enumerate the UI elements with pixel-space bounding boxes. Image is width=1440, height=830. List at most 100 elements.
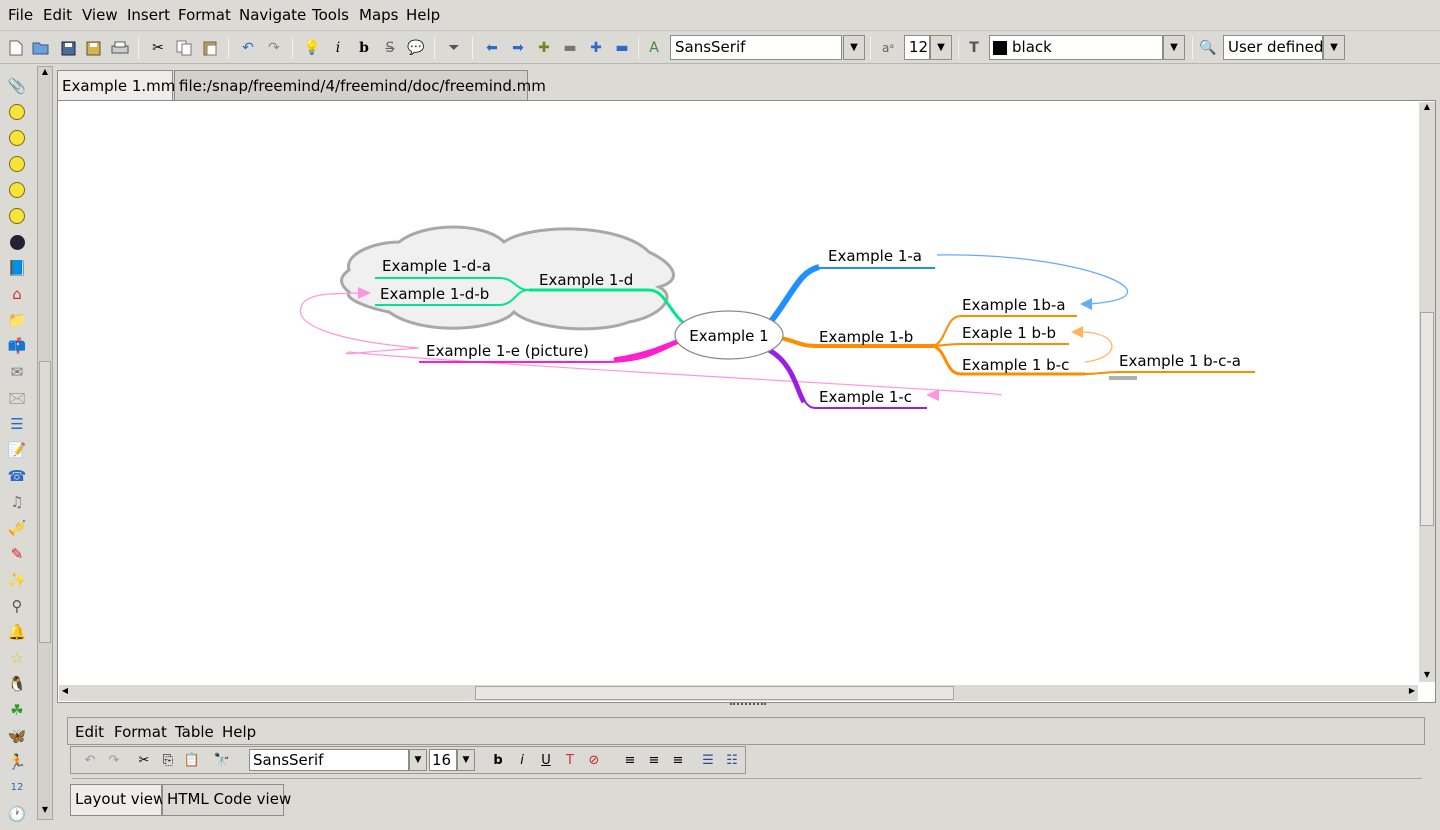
arrow-right-icon[interactable]: ➡ — [508, 38, 528, 58]
scroll-thumb[interactable] — [39, 361, 51, 643]
smiley-sad-icon[interactable] — [7, 180, 27, 200]
magnifier-icon[interactable]: ⚲ — [7, 596, 27, 616]
bold-icon[interactable]: b — [489, 751, 507, 769]
star-icon[interactable]: ☆ — [7, 648, 27, 668]
bell-icon[interactable]: 🔔 — [7, 622, 27, 642]
menu-edit[interactable]: Edit — [43, 6, 72, 24]
folder-icon[interactable]: 📁 — [7, 310, 27, 330]
clover-icon[interactable]: ☘ — [7, 700, 27, 720]
scroll-left-icon[interactable]: ◀ — [59, 686, 71, 698]
note-menu-edit[interactable]: Edit — [75, 723, 104, 741]
chevron-down-icon[interactable]: ▼ — [930, 35, 952, 60]
menu-maps[interactable]: Maps — [359, 6, 398, 24]
color-select[interactable]: black — [989, 35, 1163, 60]
scroll-down-icon[interactable]: ▼ — [38, 805, 52, 819]
cut-icon[interactable]: ✂ — [148, 38, 168, 58]
chevron-down-icon[interactable]: ▼ — [1323, 35, 1345, 60]
mailbox-icon[interactable]: 📫 — [7, 336, 27, 356]
text-color-icon[interactable]: T — [561, 751, 579, 769]
smiley-happy-icon[interactable] — [7, 102, 27, 122]
menu-view[interactable]: View — [82, 6, 118, 24]
lightbulb-icon[interactable]: 💡 — [302, 38, 322, 58]
font-family-select[interactable]: SansSerif — [670, 35, 842, 60]
mail-icon[interactable]: ✉ — [7, 362, 27, 382]
butterfly-icon[interactable]: 🦋 — [7, 726, 27, 746]
menu-format[interactable]: Format — [178, 6, 231, 24]
bullet-list-icon[interactable]: ☰ — [699, 751, 717, 769]
cut-icon[interactable]: ✂ — [135, 751, 153, 769]
minus-blue-icon[interactable]: ▬ — [612, 38, 632, 58]
menu-navigate[interactable]: Navigate — [239, 6, 306, 24]
tab-example-1[interactable]: Example 1.mm* — [57, 70, 183, 100]
note-font-family-select[interactable]: SansSerif — [249, 749, 409, 771]
chevron-down-icon[interactable]: ▼ — [409, 749, 427, 771]
plus-icon[interactable]: ✚ — [534, 38, 554, 58]
node-1bb[interactable]: Exaple 1 b-b — [962, 324, 1056, 342]
list-icon[interactable]: ☰ — [7, 414, 27, 434]
redo-icon[interactable]: ↷ — [264, 38, 284, 58]
undo-icon[interactable]: ↶ — [238, 38, 258, 58]
save-icon[interactable] — [58, 38, 78, 58]
node-1da[interactable]: Example 1-d-a — [382, 257, 491, 275]
undo-icon[interactable]: ↶ — [81, 751, 99, 769]
book-icon[interactable]: 📘 — [7, 258, 27, 278]
underline-icon[interactable]: U — [537, 751, 555, 769]
redo-icon[interactable]: ↷ — [105, 751, 123, 769]
desk-icon[interactable]: 🖂 — [7, 388, 27, 408]
print-icon[interactable] — [110, 38, 130, 58]
mind-map-canvas[interactable]: Example 1 Example 1-a Example 1b-a Examp… — [59, 102, 1418, 682]
home-icon[interactable]: ⌂ — [7, 284, 27, 304]
remove-icons-icon[interactable]: 📎 — [7, 76, 27, 96]
tab-freemind-doc[interactable]: file:/snap/freemind/4/freemind/doc/freem… — [174, 70, 546, 100]
node-1bc[interactable]: Example 1 b-c — [962, 356, 1069, 374]
scroll-right-icon[interactable]: ▶ — [1406, 686, 1418, 698]
align-right-icon[interactable]: ≡ — [669, 751, 687, 769]
note-menu-help[interactable]: Help — [222, 723, 256, 741]
node-1d[interactable]: Example 1-d — [539, 271, 633, 289]
minus-icon[interactable]: ▬ — [560, 38, 580, 58]
menu-help[interactable]: Help — [406, 6, 440, 24]
italic-icon[interactable]: i — [328, 38, 348, 58]
node-1bca[interactable]: Example 1 b-c-a — [1119, 352, 1241, 370]
vertical-scroll-thumb[interactable] — [1420, 312, 1434, 526]
node-1db[interactable]: Example 1-d-b — [380, 285, 489, 303]
menu-file[interactable]: File — [8, 6, 33, 24]
map-vertical-scrollbar[interactable]: ▲ ▼ — [1419, 102, 1435, 682]
node-1c[interactable]: Example 1-c — [819, 388, 912, 406]
root-node[interactable]: Example 1 — [689, 327, 768, 345]
speech-bubble-icon[interactable]: 💬 — [406, 38, 426, 58]
menu-insert[interactable]: Insert — [127, 6, 170, 24]
italic-icon[interactable]: i — [513, 751, 531, 769]
scroll-up-icon[interactable]: ▲ — [1421, 102, 1433, 114]
chevron-down-icon[interactable]: ▼ — [1163, 35, 1185, 60]
numbered-list-icon[interactable]: ☷ — [723, 751, 741, 769]
map-horizontal-scrollbar[interactable]: ◀ ▶ — [59, 685, 1418, 701]
clear-format-icon[interactable]: ⊘ — [585, 751, 603, 769]
open-icon[interactable] — [31, 38, 51, 58]
scroll-up-icon[interactable]: ▲ — [38, 67, 52, 81]
pen-icon[interactable]: ✎ — [7, 544, 27, 564]
strikethrough-icon[interactable]: S̶ — [380, 38, 400, 58]
paste-icon[interactable]: 📋 — [183, 751, 201, 769]
smiley-oh-icon[interactable] — [7, 154, 27, 174]
calendar-icon[interactable]: 12 — [7, 778, 27, 798]
align-center-icon[interactable]: ≡ — [645, 751, 663, 769]
horizontal-scroll-thumb[interactable] — [475, 686, 954, 700]
run-icon[interactable]: 🏃 — [7, 752, 27, 772]
smiley-neutral-icon[interactable] — [7, 128, 27, 148]
align-left-icon[interactable]: ≡ — [621, 751, 639, 769]
save-as-icon[interactable] — [83, 38, 103, 58]
menu-tools[interactable]: Tools — [312, 6, 349, 24]
music-icon[interactable]: ♫ — [7, 492, 27, 512]
wizard-icon[interactable]: ✨ — [7, 570, 27, 590]
node-1b[interactable]: Example 1-b — [819, 328, 913, 346]
node-1a[interactable]: Example 1-a — [828, 247, 922, 265]
chevron-down-icon[interactable]: ▼ — [457, 749, 475, 771]
bomb-icon[interactable] — [7, 232, 27, 252]
zoom-select[interactable]: User defined. — [1223, 35, 1323, 60]
clock-icon[interactable]: 🕐 — [7, 804, 27, 824]
note-menu-format[interactable]: Format — [114, 723, 167, 741]
bold-icon[interactable]: b — [354, 38, 374, 58]
filter-icon[interactable]: ⏷ — [444, 38, 464, 58]
copy-icon[interactable] — [174, 38, 194, 58]
